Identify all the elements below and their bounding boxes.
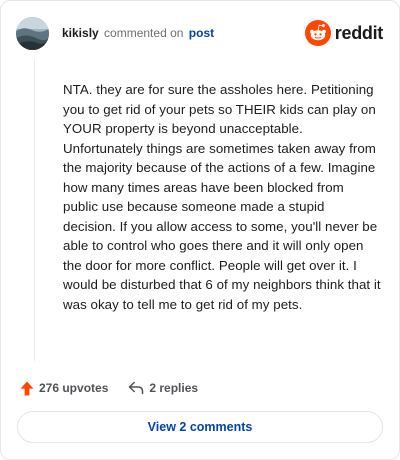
comment-header: kikisly commented on post reddit	[16, 17, 383, 51]
comment-body: NTA. they are for sure the assholes here…	[63, 82, 381, 312]
reddit-brand[interactable]: reddit	[304, 20, 384, 46]
upvote-count: 276 upvotes	[39, 381, 109, 395]
thread-line	[34, 59, 35, 361]
avatar-image	[16, 17, 49, 50]
reddit-wordmark: reddit	[334, 23, 384, 43]
replies-count: 2 replies	[149, 381, 199, 395]
reply-arrow-icon	[129, 381, 144, 395]
avatar[interactable]	[16, 17, 49, 50]
commented-on-label: commented on	[104, 26, 184, 40]
comment-actions: 276 upvotes 2 replies	[20, 379, 198, 397]
comment-card: kikisly commented on post reddit NTA. th…	[0, 0, 400, 460]
upvote-button[interactable]: 276 upvotes	[20, 381, 108, 396]
view-comments-button[interactable]: View 2 comments	[17, 411, 383, 443]
reddit-alien-icon	[304, 20, 331, 46]
username[interactable]: kikisly	[62, 26, 99, 40]
upvote-arrow-icon	[20, 381, 34, 395]
post-link[interactable]: post	[189, 26, 214, 40]
replies-button[interactable]: 2 replies	[128, 381, 198, 395]
comment-meta: kikisly commented on post	[62, 26, 214, 41]
